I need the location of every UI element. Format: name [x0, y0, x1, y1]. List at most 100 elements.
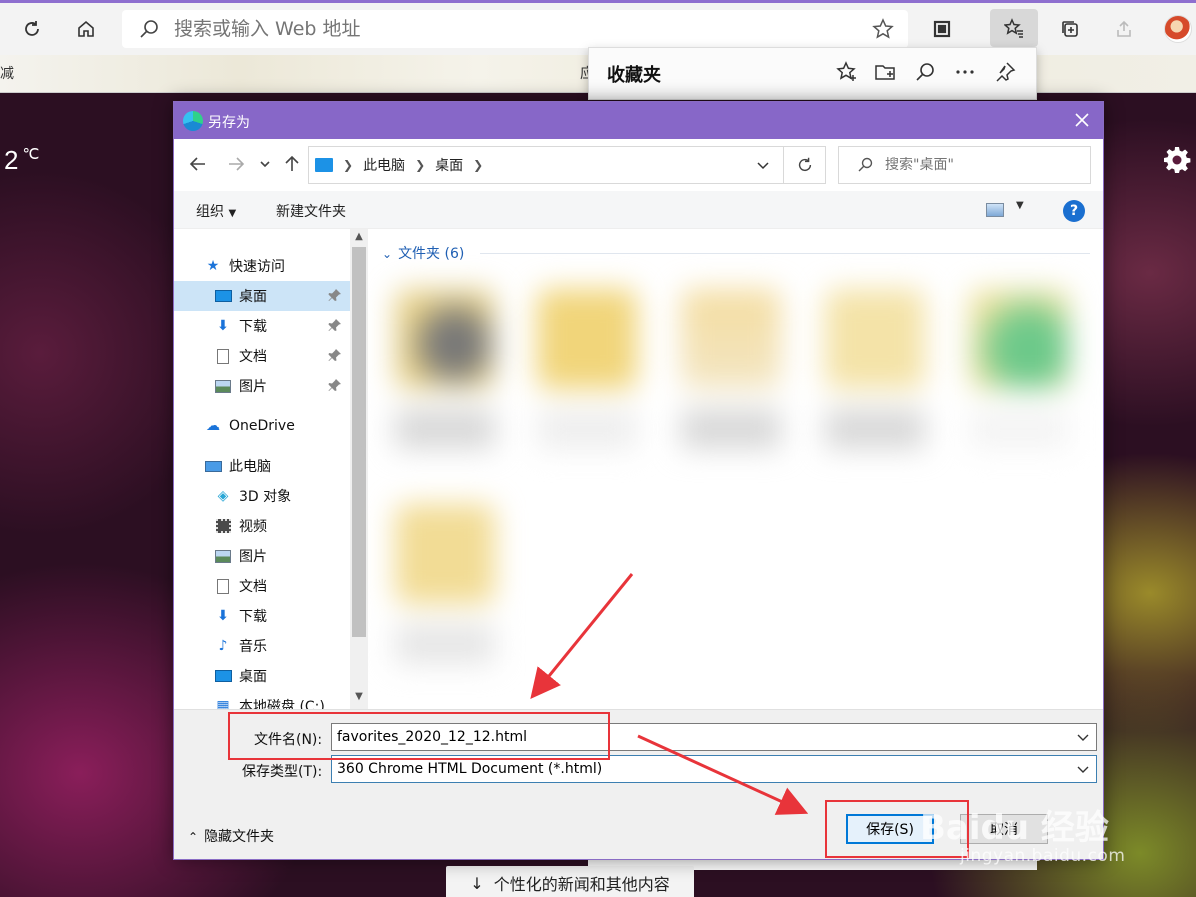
- desktop-icon: [214, 668, 232, 684]
- refresh-icon: [798, 157, 811, 172]
- address-bar[interactable]: [122, 10, 908, 48]
- sidebar-item-label: 下载: [239, 319, 267, 335]
- sidebar-item-pictures[interactable]: 图片: [174, 371, 350, 401]
- temperature-value: 2: [4, 145, 19, 175]
- breadcrumb-item[interactable]: 桌面: [435, 155, 463, 175]
- computer-icon: [204, 458, 222, 474]
- folder-item[interactable]: [666, 269, 796, 479]
- search-icon: [858, 157, 873, 172]
- sidebar-item-label: 下载: [239, 609, 267, 625]
- organize-menu[interactable]: 组织 ▼: [196, 201, 236, 221]
- sidebar-item-documents[interactable]: 文档: [174, 341, 350, 371]
- filetype-value: 360 Chrome HTML Document (*.html): [337, 761, 603, 777]
- chevron-down-icon[interactable]: ▼: [1016, 200, 1024, 211]
- folder-item[interactable]: [380, 269, 510, 479]
- sidebar-item-local-disk[interactable]: ▦ 本地磁盘 (C:): [174, 691, 350, 709]
- gear-icon[interactable]: [1163, 146, 1191, 174]
- more-options-icon[interactable]: [952, 59, 978, 85]
- scrollbar-thumb[interactable]: [352, 247, 366, 637]
- sidebar-item-desktop-pc[interactable]: 桌面: [174, 661, 350, 691]
- folder-item[interactable]: [522, 269, 652, 479]
- sidebar-item-documents-pc[interactable]: 文档: [174, 571, 350, 601]
- scroll-down-icon[interactable]: ▼: [352, 691, 366, 707]
- recent-locations-chevron-icon[interactable]: [258, 154, 272, 174]
- hide-folders-toggle[interactable]: ⌃ 隐藏文件夹: [188, 826, 274, 846]
- save-highlight-box: [825, 800, 969, 858]
- pin-panel-icon[interactable]: [992, 59, 1018, 85]
- drive-icon: ▦: [216, 698, 230, 709]
- chevron-down-icon[interactable]: [1076, 762, 1090, 776]
- pin-icon[interactable]: [328, 378, 342, 392]
- address-input[interactable]: [174, 18, 854, 40]
- dialog-titlebar[interactable]: 另存为: [174, 102, 1103, 139]
- sidebar-item-label: 音乐: [239, 639, 267, 655]
- dialog-toolbar: 组织 ▼ 新建文件夹 ▼ ?: [174, 191, 1103, 229]
- sidebar-item-label: 图片: [239, 549, 267, 565]
- sidebar-item-quick-access[interactable]: ★ 快速访问: [204, 251, 350, 281]
- file-list-pane: ⌄ 文件夹 (6): [370, 229, 1103, 709]
- pin-icon[interactable]: [328, 318, 342, 332]
- help-icon[interactable]: ?: [1063, 200, 1085, 222]
- breadcrumb-item[interactable]: 此电脑: [363, 155, 405, 175]
- filename-highlight-box: [228, 712, 610, 760]
- sidebar-item-label: 本地磁盘 (C:): [239, 699, 325, 709]
- dialog-title: 另存为: [208, 115, 250, 131]
- breadcrumb-chevron-icon[interactable]: ❯: [415, 158, 425, 172]
- sidebar-item-label: OneDrive: [229, 418, 295, 434]
- profile-avatar[interactable]: [1164, 15, 1192, 43]
- refresh-icon[interactable]: [14, 11, 50, 47]
- up-arrow-icon[interactable]: [282, 154, 302, 174]
- back-arrow-icon[interactable]: [188, 154, 208, 174]
- folder-search-input[interactable]: [885, 157, 1085, 173]
- add-folder-icon[interactable]: [872, 59, 898, 85]
- sidebar-item-videos[interactable]: 视频: [174, 511, 350, 541]
- breadcrumb-chevron-icon[interactable]: ❯: [473, 158, 483, 172]
- address-breadcrumb[interactable]: ❯ 此电脑 ❯ 桌面 ❯: [308, 146, 784, 184]
- share-icon[interactable]: [1106, 11, 1142, 47]
- cancel-button[interactable]: 取消: [960, 814, 1048, 844]
- view-options-icon[interactable]: [986, 203, 1004, 217]
- sidebar-item-onedrive[interactable]: ☁ OneDrive: [174, 411, 350, 441]
- sidebar-item-label: 文档: [239, 579, 267, 595]
- chevron-down-icon: ⌄: [382, 247, 393, 261]
- news-feed-button[interactable]: ↓ 个性化的新闻和其他内容: [446, 866, 694, 897]
- sidebar-item-music[interactable]: ♪ 音乐: [174, 631, 350, 661]
- refresh-button[interactable]: [783, 146, 826, 184]
- music-note-icon: ♪: [218, 638, 228, 654]
- sidebar-item-desktop[interactable]: 桌面: [174, 281, 350, 311]
- cloud-icon: ☁: [206, 418, 220, 434]
- folder-item[interactable]: [810, 269, 940, 479]
- folder-item[interactable]: [380, 484, 510, 694]
- forward-arrow-icon[interactable]: [226, 154, 246, 174]
- breadcrumb-chevron-icon[interactable]: ❯: [343, 158, 353, 172]
- add-favorite-icon[interactable]: [834, 59, 860, 85]
- home-icon[interactable]: [68, 11, 104, 47]
- sidebar-item-this-pc[interactable]: 此电脑: [174, 451, 350, 481]
- close-icon[interactable]: [1071, 109, 1093, 131]
- favorites-hub-icon[interactable]: [990, 9, 1038, 47]
- folder-group-header[interactable]: ⌄ 文件夹 (6): [382, 243, 464, 263]
- arrow-down-icon: ↓: [470, 873, 484, 893]
- star-icon: ★: [206, 258, 220, 274]
- temperature-unit: ℃: [22, 146, 40, 163]
- new-folder-button[interactable]: 新建文件夹: [276, 201, 346, 221]
- pin-icon[interactable]: [328, 348, 342, 362]
- sidebar-item-downloads[interactable]: ⬇ 下载: [174, 311, 350, 341]
- sidebar-item-pictures-pc[interactable]: 图片: [174, 541, 350, 571]
- sidebar-item-downloads-pc[interactable]: ⬇ 下载: [174, 601, 350, 631]
- folder-item[interactable]: [954, 269, 1084, 479]
- chevron-down-icon[interactable]: [755, 157, 771, 173]
- picture-icon: [214, 548, 232, 564]
- sidebar-item-3d-objects[interactable]: ◈ 3D 对象: [174, 481, 350, 511]
- chevron-down-icon[interactable]: [1076, 730, 1090, 744]
- favorites-bar-item[interactable]: 减: [0, 63, 14, 83]
- sidebar-item-label: 图片: [239, 379, 267, 395]
- folder-search-box[interactable]: [838, 146, 1091, 184]
- scroll-up-icon[interactable]: ▲: [352, 231, 366, 247]
- search-favorites-icon[interactable]: [912, 59, 938, 85]
- add-favorite-star-icon[interactable]: [872, 18, 894, 40]
- download-arrow-icon: ⬇: [217, 608, 229, 624]
- collections-icon[interactable]: [1052, 11, 1088, 47]
- reading-mode-icon[interactable]: [924, 11, 960, 47]
- pin-icon[interactable]: [328, 288, 342, 302]
